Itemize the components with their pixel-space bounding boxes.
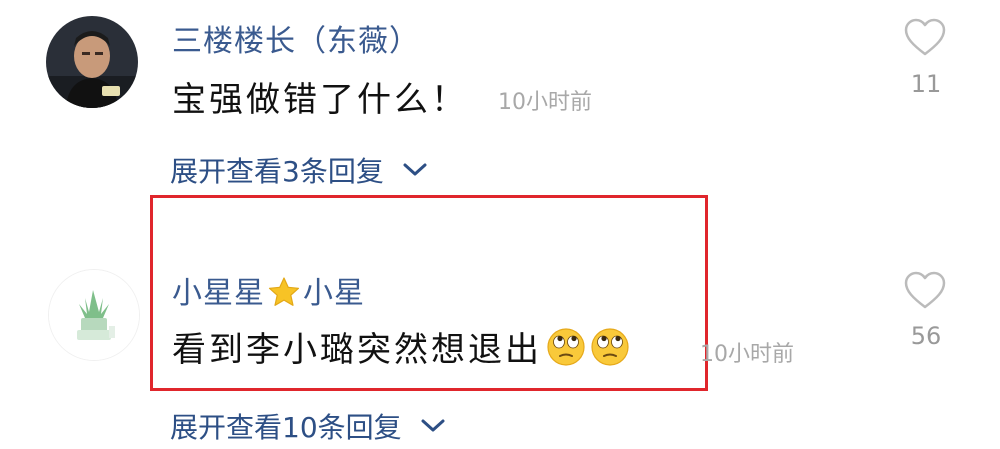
star-emoji-icon bbox=[268, 277, 300, 306]
chevron-down-icon bbox=[421, 419, 445, 432]
username-part2: 小星 bbox=[303, 276, 365, 311]
like-heart-icon[interactable] bbox=[903, 271, 947, 311]
avatar[interactable] bbox=[48, 269, 140, 361]
comment-text: 宝强做错了什么！ bbox=[172, 80, 468, 120]
chevron-down-icon bbox=[403, 163, 427, 176]
rolling-eyes-emoji-icon bbox=[591, 328, 629, 366]
expand-replies-link[interactable]: 展开查看3条回复 bbox=[170, 150, 428, 190]
comment-timestamp: 10小时前 bbox=[700, 342, 794, 367]
comment-timestamp: 10小时前 bbox=[498, 90, 592, 115]
rolling-eyes-emoji-icon bbox=[547, 328, 585, 366]
username-part1: 小星星 bbox=[172, 276, 265, 311]
expand-replies-link[interactable]: 展开查看10条回复 bbox=[170, 406, 446, 446]
like-heart-icon[interactable] bbox=[903, 18, 947, 58]
expand-replies-label: 展开查看3条回复 bbox=[170, 155, 384, 188]
comment-username[interactable]: 小星星 小星 bbox=[172, 268, 365, 312]
comments-page: 三楼楼长（东薇） 宝强做错了什么！ 10小时前 11 展开查看3条回复 小星星 … bbox=[0, 0, 1000, 449]
expand-replies-label: 展开查看10条回复 bbox=[170, 411, 402, 444]
comment-text: 看到李小璐突然想退出 bbox=[172, 322, 630, 371]
comment-username[interactable]: 三楼楼长（东薇） bbox=[172, 16, 420, 60]
comment-text-body: 看到李小璐突然想退出 bbox=[172, 330, 542, 370]
avatar[interactable] bbox=[46, 16, 138, 108]
like-count: 11 bbox=[910, 70, 942, 98]
like-count: 56 bbox=[910, 322, 942, 350]
